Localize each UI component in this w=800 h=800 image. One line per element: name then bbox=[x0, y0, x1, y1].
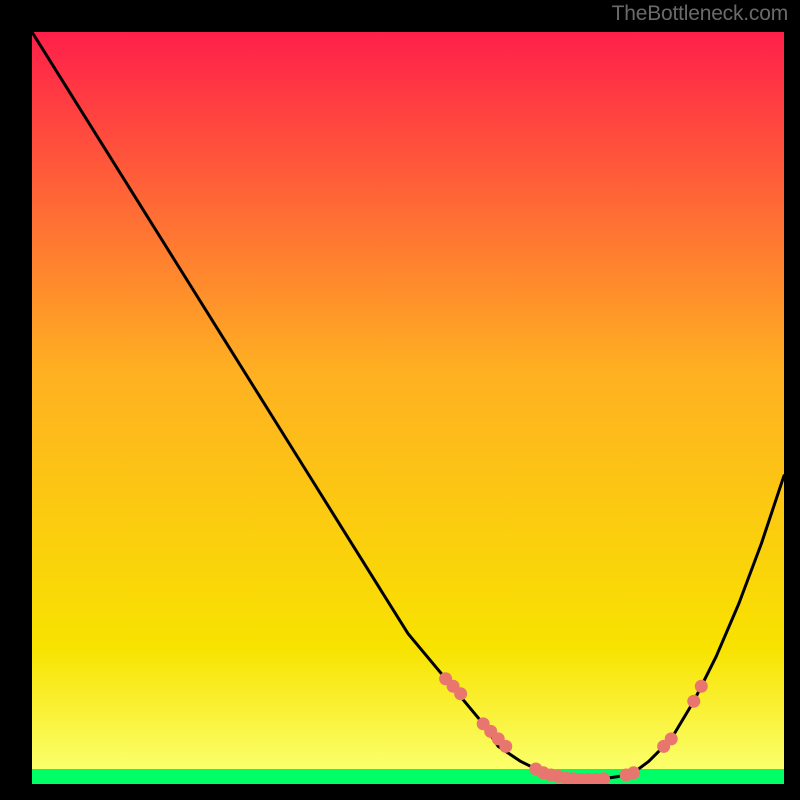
site-watermark: TheBottleneck.com bbox=[612, 2, 788, 26]
data-marker bbox=[665, 732, 678, 745]
bottleneck-chart bbox=[32, 32, 784, 784]
data-marker bbox=[499, 740, 512, 753]
gradient-background bbox=[32, 32, 784, 784]
data-marker bbox=[687, 695, 700, 708]
data-marker bbox=[454, 687, 467, 700]
data-marker bbox=[627, 766, 640, 779]
data-marker bbox=[695, 680, 708, 693]
